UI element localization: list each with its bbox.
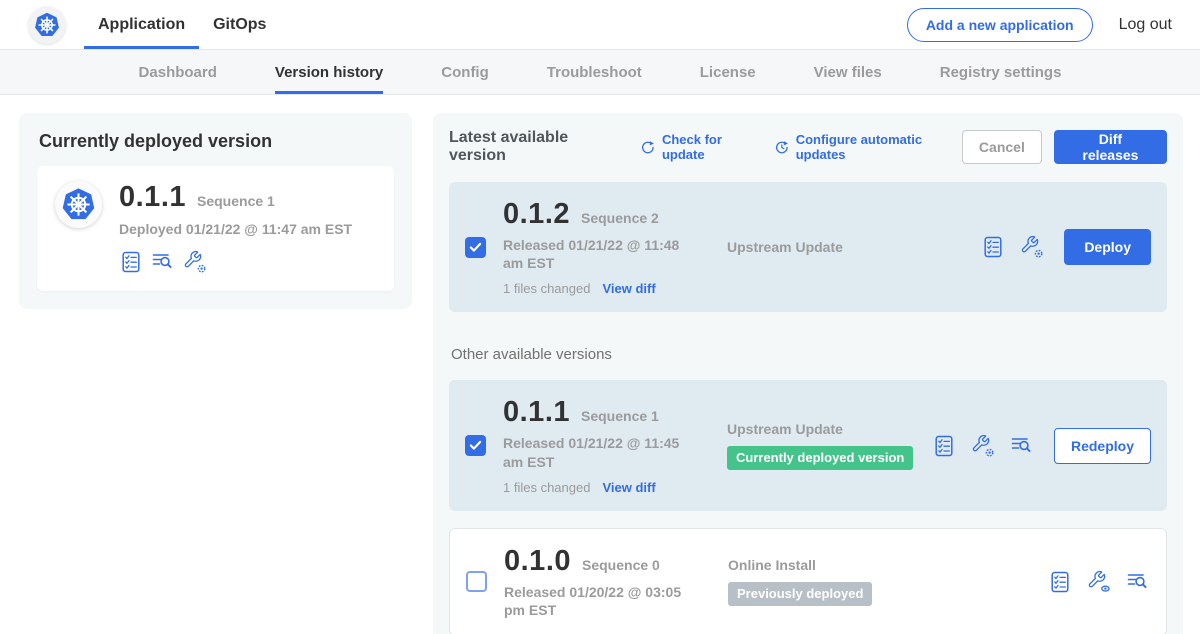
app-logo bbox=[55, 181, 102, 228]
sequence-label: Sequence 0 bbox=[582, 557, 660, 573]
subnav-tab-registry-settings[interactable]: Registry settings bbox=[940, 50, 1062, 94]
redeploy-button[interactable]: Redeploy bbox=[1054, 428, 1151, 464]
files-changed-label: 1 files changed bbox=[503, 281, 590, 296]
top-nav: Application GitOps Add a new application… bbox=[0, 0, 1200, 50]
check-for-update-link[interactable]: Check for update bbox=[640, 132, 760, 162]
view-config-icon[interactable] bbox=[1087, 570, 1111, 594]
sequence-label: Sequence 1 bbox=[581, 408, 659, 424]
edit-config-icon[interactable] bbox=[1020, 235, 1044, 259]
version-card-0-1-1: 0.1.1 Sequence 1 Released 01/21/22 @ 11:… bbox=[449, 380, 1167, 510]
subnav-tab-dashboard[interactable]: Dashboard bbox=[139, 50, 217, 94]
deploy-logs-icon[interactable] bbox=[1126, 570, 1150, 594]
edit-config-icon[interactable] bbox=[183, 250, 207, 274]
released-timestamp: Released 01/21/22 @ 11:45 am EST bbox=[503, 434, 700, 470]
version-number: 0.1.1 bbox=[503, 396, 570, 429]
release-notes-icon[interactable] bbox=[932, 434, 956, 458]
latest-available-title: Latest available version bbox=[449, 129, 616, 165]
release-notes-icon[interactable] bbox=[119, 250, 143, 274]
version-checkbox[interactable] bbox=[465, 435, 486, 456]
logout-link[interactable]: Log out bbox=[1119, 16, 1172, 34]
refresh-icon bbox=[640, 139, 656, 156]
files-changed-label: 1 files changed bbox=[503, 480, 590, 495]
release-notes-icon[interactable] bbox=[1048, 570, 1072, 594]
subnav-tab-license[interactable]: License bbox=[700, 50, 756, 94]
auto-update-clock-icon bbox=[774, 139, 790, 156]
deployed-version-card: 0.1.1 Sequence 1 Deployed 01/21/22 @ 11:… bbox=[37, 166, 394, 291]
diff-releases-button[interactable]: Diff releases bbox=[1054, 130, 1167, 164]
add-new-application-button[interactable]: Add a new application bbox=[907, 8, 1093, 42]
kubernetes-logo bbox=[28, 6, 66, 44]
released-timestamp: Released 01/20/22 @ 03:05 pm EST bbox=[504, 583, 701, 619]
currently-deployed-title: Currently deployed version bbox=[39, 131, 394, 152]
subnav-tab-view-files[interactable]: View files bbox=[814, 50, 882, 94]
version-card-0-1-0: 0.1.0 Sequence 0 Released 01/20/22 @ 03:… bbox=[449, 528, 1167, 634]
deployed-version-number: 0.1.1 bbox=[119, 181, 186, 214]
version-number: 0.1.2 bbox=[503, 198, 570, 231]
view-diff-link[interactable]: View diff bbox=[602, 480, 655, 495]
tab-application[interactable]: Application bbox=[84, 0, 199, 49]
deploy-button[interactable]: Deploy bbox=[1064, 229, 1151, 265]
subnav-tab-version-history[interactable]: Version history bbox=[275, 50, 383, 94]
edit-config-icon[interactable] bbox=[971, 434, 995, 458]
available-versions-panel: Latest available version Check for updat… bbox=[433, 113, 1183, 634]
tab-application-label: Application bbox=[98, 16, 185, 34]
deployed-timestamp: Deployed 01/21/22 @ 11:47 am EST bbox=[119, 221, 352, 237]
tab-gitops-label: GitOps bbox=[213, 16, 266, 34]
version-source-label: Upstream Update bbox=[727, 239, 981, 255]
subnav-tab-troubleshoot[interactable]: Troubleshoot bbox=[547, 50, 642, 94]
deploy-logs-icon[interactable] bbox=[1010, 434, 1034, 458]
deploy-logs-icon[interactable] bbox=[151, 250, 175, 274]
previously-deployed-badge: Previously deployed bbox=[728, 582, 872, 606]
cancel-button[interactable]: Cancel bbox=[962, 130, 1042, 164]
version-source-label: Online Install bbox=[728, 557, 1048, 573]
release-notes-icon[interactable] bbox=[981, 235, 1005, 259]
subnav-tab-config[interactable]: Config bbox=[441, 50, 488, 94]
main-content: Currently deployed version 0.1.1 Sequenc… bbox=[0, 95, 1200, 634]
released-timestamp: Released 01/21/22 @ 11:48 am EST bbox=[503, 236, 700, 272]
version-number: 0.1.0 bbox=[504, 545, 571, 578]
currently-deployed-badge: Currently deployed version bbox=[727, 446, 913, 470]
other-versions-title: Other available versions bbox=[451, 346, 1167, 363]
sequence-label: Sequence 2 bbox=[581, 210, 659, 226]
version-checkbox[interactable] bbox=[466, 571, 487, 592]
version-source-label: Upstream Update bbox=[727, 421, 932, 437]
currently-deployed-panel: Currently deployed version 0.1.1 Sequenc… bbox=[19, 113, 412, 309]
tab-gitops[interactable]: GitOps bbox=[199, 0, 280, 49]
configure-auto-updates-link[interactable]: Configure automatic updates bbox=[774, 132, 962, 162]
version-card-0-1-2: 0.1.2 Sequence 2 Released 01/21/22 @ 11:… bbox=[449, 182, 1167, 312]
version-checkbox[interactable] bbox=[465, 237, 486, 258]
deployed-sequence-label: Sequence 1 bbox=[197, 193, 275, 209]
app-subnav: Dashboard Version history Config Trouble… bbox=[0, 50, 1200, 95]
view-diff-link[interactable]: View diff bbox=[602, 281, 655, 296]
